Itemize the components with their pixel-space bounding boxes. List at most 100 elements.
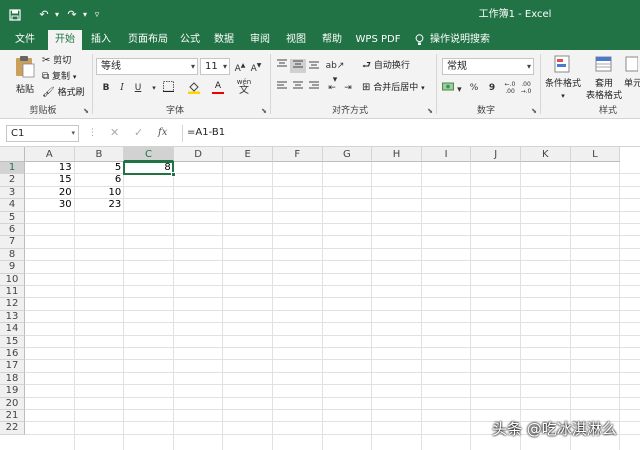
tab-page-layout[interactable]: 页面布局 [122, 30, 174, 50]
align-left-icon[interactable] [274, 81, 290, 95]
increase-indent-icon[interactable]: ⇥ [340, 81, 356, 95]
cell-b1[interactable]: 5 [75, 162, 125, 174]
fill-color-icon[interactable] [186, 81, 202, 95]
font-color-icon[interactable]: A [210, 81, 226, 95]
tab-data[interactable]: 数据 [210, 30, 238, 50]
row-header-7[interactable]: 7 [0, 236, 25, 249]
column-header-d[interactable]: D [173, 147, 224, 162]
customize-toolbar-icon[interactable]: ▿ [90, 0, 104, 30]
phonetic-icon[interactable]: wén 文 [236, 78, 252, 96]
column-header-a[interactable]: A [25, 147, 75, 162]
select-all-corner[interactable] [0, 147, 25, 162]
accounting-format-icon[interactable]: ▾ [442, 81, 462, 95]
orientation-icon[interactable]: ab↗ ▾ [324, 59, 346, 85]
cell-styles-button[interactable]: 单元 [624, 54, 640, 90]
copy-button[interactable]: ⧉ 复制 ▾ [42, 70, 76, 84]
row-header-12[interactable]: 12 [0, 298, 25, 311]
increase-decimal-icon[interactable]: ←.0.00 [502, 81, 518, 95]
row-header-2[interactable]: 2 [0, 174, 25, 187]
tab-view[interactable]: 视图 [282, 30, 310, 50]
cell-b3[interactable]: 10 [75, 187, 125, 199]
column-header-i[interactable]: I [421, 147, 472, 162]
column-header-e[interactable]: E [223, 147, 273, 162]
insert-function-icon[interactable]: fx [158, 125, 167, 141]
column-header-j[interactable]: J [471, 147, 521, 162]
tell-me-search[interactable]: 操作说明搜索 [430, 30, 490, 50]
cell-b4[interactable]: 23 [75, 199, 125, 211]
row-header-22[interactable]: 22 [0, 422, 25, 435]
align-middle-icon[interactable] [290, 59, 306, 73]
format-painter-button[interactable]: 🖌 格式刷 [42, 86, 85, 100]
fill-handle[interactable] [170, 172, 176, 178]
percent-style-icon[interactable]: % [466, 81, 482, 95]
wrap-text-button[interactable]: ⮐ 自动换行 [362, 59, 410, 73]
font-name-select[interactable]: 等线 ▾ [96, 58, 198, 75]
increase-font-icon[interactable]: A▲ [232, 59, 248, 74]
redo-icon[interactable]: ↷ [64, 0, 80, 30]
cell-a4[interactable]: 30 [25, 199, 75, 211]
italic-button[interactable]: I [114, 81, 130, 95]
row-header-1[interactable]: 1 [0, 162, 25, 175]
cell-a1[interactable]: 13 [25, 162, 75, 174]
number-format-select[interactable]: 常规 ▾ [442, 58, 534, 75]
format-as-table-button[interactable]: 套用 表格格式 [584, 54, 624, 102]
tab-wps-pdf[interactable]: WPS PDF [354, 30, 402, 50]
alignment-launcher-icon[interactable]: ⬊ [426, 107, 434, 115]
merge-center-button[interactable]: ⊞ 合并后居中 ▾ [362, 81, 425, 95]
decrease-decimal-icon[interactable]: .00 →.0 [518, 81, 534, 95]
row-header-11[interactable]: 11 [0, 286, 25, 299]
paste-button[interactable]: 粘贴 [12, 54, 38, 100]
decrease-font-icon[interactable]: A▼ [248, 59, 264, 74]
align-right-icon[interactable] [306, 81, 322, 95]
font-size-select[interactable]: 11 ▾ [200, 58, 230, 75]
row-header-20[interactable]: 20 [0, 397, 25, 410]
formula-input[interactable]: =A1-B1 [182, 125, 634, 142]
conditional-formatting-button[interactable]: 条件格式 ▾ [544, 54, 582, 102]
row-header-14[interactable]: 14 [0, 323, 25, 336]
enter-icon[interactable]: ✓ [134, 125, 143, 141]
cell-a2[interactable]: 15 [25, 174, 75, 186]
undo-icon[interactable]: ↶ [36, 0, 52, 30]
column-header-h[interactable]: H [372, 147, 422, 162]
row-header-6[interactable]: 6 [0, 224, 25, 237]
row-header-15[interactable]: 15 [0, 335, 25, 348]
tab-file[interactable]: 文件 [8, 30, 42, 50]
column-header-l[interactable]: L [570, 147, 621, 162]
row-header-3[interactable]: 3 [0, 186, 25, 200]
tab-review[interactable]: 审阅 [246, 30, 274, 50]
column-header-c[interactable]: C [124, 147, 174, 162]
underline-button[interactable]: U [130, 81, 146, 95]
row-header-8[interactable]: 8 [0, 248, 25, 262]
clipboard-launcher-icon[interactable]: ⬊ [82, 107, 90, 115]
row-header-21[interactable]: 21 [0, 410, 25, 423]
row-header-16[interactable]: 16 [0, 348, 25, 361]
row-header-18[interactable]: 18 [0, 372, 25, 386]
cancel-icon[interactable]: ✕ [110, 125, 119, 141]
tab-formulas[interactable]: 公式 [176, 30, 204, 50]
save-icon[interactable] [6, 0, 24, 30]
align-center-icon[interactable] [290, 81, 306, 95]
column-header-k[interactable]: K [521, 147, 571, 162]
bold-button[interactable]: B [98, 81, 114, 95]
row-header-19[interactable]: 19 [0, 385, 25, 398]
column-header-f[interactable]: F [273, 147, 323, 162]
cell-a3[interactable]: 20 [25, 187, 75, 199]
column-header-g[interactable]: G [322, 147, 373, 162]
font-launcher-icon[interactable]: ⬊ [260, 107, 268, 115]
borders-icon[interactable] [160, 81, 176, 95]
number-launcher-icon[interactable]: ⬊ [530, 107, 538, 115]
redo-dropdown-icon[interactable]: ▾ [80, 0, 90, 30]
tab-help[interactable]: 帮助 [318, 30, 346, 50]
cut-button[interactable]: ✂ 剪切 [42, 54, 71, 68]
row-header-10[interactable]: 10 [0, 273, 25, 286]
column-header-b[interactable]: B [74, 147, 125, 162]
row-header-5[interactable]: 5 [0, 211, 25, 224]
tab-home[interactable]: 开始 [48, 30, 82, 50]
comma-style-icon[interactable]: 9 [484, 81, 500, 95]
name-box[interactable]: C1 ▾ [6, 125, 79, 142]
row-header-13[interactable]: 13 [0, 310, 25, 324]
align-bottom-icon[interactable] [306, 59, 322, 73]
align-top-icon[interactable] [274, 59, 290, 73]
tab-insert[interactable]: 插入 [84, 30, 118, 50]
undo-dropdown-icon[interactable]: ▾ [52, 0, 62, 30]
